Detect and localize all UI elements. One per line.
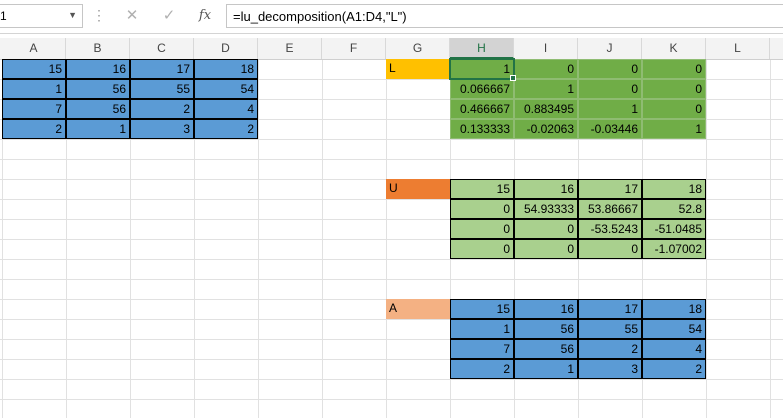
column-header-f[interactable]: F <box>322 38 386 59</box>
input-matrix-cell[interactable]: 15 <box>2 59 66 79</box>
a-matrix-cell[interactable]: 7 <box>450 339 514 359</box>
column-header-l[interactable]: L <box>706 38 770 59</box>
label-a[interactable]: A <box>386 299 450 319</box>
label-l[interactable]: L <box>386 59 450 79</box>
name-box[interactable]: 1 ▼ <box>0 4 83 28</box>
u-matrix-cell[interactable]: 0 <box>514 239 578 259</box>
l-matrix-cell[interactable]: 0 <box>514 59 578 79</box>
input-matrix-cell[interactable]: 18 <box>194 59 258 79</box>
input-matrix-cell[interactable]: 16 <box>66 59 130 79</box>
input-matrix-cell[interactable]: 2 <box>130 99 194 119</box>
l-matrix-cell[interactable]: 0.133333 <box>450 119 514 139</box>
column-header-k[interactable]: K <box>642 38 706 59</box>
insert-function-icon[interactable]: fx <box>194 6 216 26</box>
worksheet-grid[interactable]: 15 16 17 18 1 56 55 54 7 56 2 4 2 1 3 2 L 1 0 0 0 0.066667 1 0 0… <box>0 58 783 418</box>
l-matrix-cell[interactable]: 0.883495 <box>514 99 578 119</box>
u-matrix-cell[interactable]: -53.5243 <box>578 219 642 239</box>
formula-input[interactable]: =lu_decomposition(A1:D4,"L") <box>226 4 783 28</box>
u-matrix-cell[interactable]: 53.86667 <box>578 199 642 219</box>
column-header-d[interactable]: D <box>194 38 258 59</box>
input-matrix-cell[interactable]: 7 <box>2 99 66 119</box>
a-matrix-cell[interactable]: 4 <box>642 339 706 359</box>
u-matrix-cell[interactable]: 54.93333 <box>514 199 578 219</box>
input-matrix-cell[interactable]: 2 <box>194 119 258 139</box>
a-matrix-cell[interactable]: 17 <box>578 299 642 319</box>
a-matrix-cell[interactable]: 15 <box>450 299 514 319</box>
column-headers: ABCDEFGHIJKL <box>0 38 783 60</box>
a-matrix-cell[interactable]: 56 <box>514 319 578 339</box>
l-matrix-cell[interactable]: 0 <box>642 99 706 119</box>
u-matrix-cell[interactable]: 0 <box>450 239 514 259</box>
a-matrix-cell[interactable]: 1 <box>450 319 514 339</box>
column-header-i[interactable]: I <box>514 38 578 59</box>
input-matrix-cell[interactable]: 2 <box>2 119 66 139</box>
input-matrix-cell[interactable]: 55 <box>130 79 194 99</box>
a-matrix-cell[interactable]: 2 <box>642 359 706 379</box>
a-matrix-cell[interactable]: 1 <box>514 359 578 379</box>
l-matrix-cell[interactable]: 1 <box>514 79 578 99</box>
fill-handle[interactable] <box>510 75 516 81</box>
l-matrix-cell[interactable]: 0 <box>578 59 642 79</box>
input-matrix-cell[interactable]: 56 <box>66 79 130 99</box>
u-matrix-cell[interactable]: 0 <box>514 219 578 239</box>
label-u[interactable]: U <box>386 179 450 199</box>
column-header-h[interactable]: H <box>450 38 514 59</box>
l-matrix-cell[interactable]: -0.02063 <box>514 119 578 139</box>
input-matrix-cell[interactable]: 56 <box>66 99 130 119</box>
column-header-g[interactable]: G <box>386 38 450 59</box>
l-matrix-cell[interactable]: 0 <box>642 79 706 99</box>
a-matrix-cell[interactable]: 56 <box>514 339 578 359</box>
l-matrix-cell[interactable]: 1 <box>578 99 642 119</box>
a-matrix-cell[interactable]: 2 <box>578 339 642 359</box>
input-matrix-cell[interactable]: 1 <box>2 79 66 99</box>
l-matrix-cell[interactable]: 1 <box>642 119 706 139</box>
a-matrix-cell[interactable]: 55 <box>578 319 642 339</box>
more-options-icon: ⋮ <box>92 7 106 23</box>
u-matrix-cell[interactable]: 16 <box>514 179 578 199</box>
u-matrix-cell[interactable]: 0 <box>450 199 514 219</box>
input-matrix-cell[interactable]: 4 <box>194 99 258 119</box>
u-matrix-cell[interactable]: -1.07002 <box>642 239 706 259</box>
column-header-e[interactable]: E <box>258 38 322 59</box>
l-matrix-cell[interactable]: 0 <box>642 59 706 79</box>
l-matrix-cell[interactable]: 0.066667 <box>450 79 514 99</box>
formula-text: =lu_decomposition(A1:D4,"L") <box>233 9 407 24</box>
column-header-b[interactable]: B <box>66 38 130 59</box>
a-matrix-cell[interactable]: 2 <box>450 359 514 379</box>
u-matrix-cell[interactable]: 0 <box>450 219 514 239</box>
name-box-value: 1 <box>0 9 7 23</box>
column-header-j[interactable]: J <box>578 38 642 59</box>
chevron-down-icon[interactable]: ▼ <box>68 10 77 20</box>
u-matrix-cell[interactable]: 0 <box>578 239 642 259</box>
u-matrix-cell[interactable]: 15 <box>450 179 514 199</box>
input-matrix-cell[interactable]: 3 <box>130 119 194 139</box>
column-header-c[interactable]: C <box>130 38 194 59</box>
enter-icon[interactable]: ✓ <box>158 6 180 26</box>
l-matrix-cell[interactable]: 1 <box>450 59 514 79</box>
column-header-a[interactable]: A <box>2 38 66 59</box>
u-matrix-cell[interactable]: 52.8 <box>642 199 706 219</box>
l-matrix-cell[interactable]: 0 <box>578 79 642 99</box>
a-matrix-cell[interactable]: 3 <box>578 359 642 379</box>
input-matrix-cell[interactable]: 1 <box>66 119 130 139</box>
l-matrix-cell[interactable]: 0.466667 <box>450 99 514 119</box>
formula-bar: 1 ▼ ⋮ ✕ ✓ fx =lu_decomposition(A1:D4,"L"… <box>0 0 783 34</box>
input-matrix-cell[interactable]: 54 <box>194 79 258 99</box>
cancel-icon[interactable]: ✕ <box>121 6 143 26</box>
u-matrix-cell[interactable]: 18 <box>642 179 706 199</box>
input-matrix-cell[interactable]: 17 <box>130 59 194 79</box>
u-matrix-cell[interactable]: -51.0485 <box>642 219 706 239</box>
u-matrix-cell[interactable]: 17 <box>578 179 642 199</box>
a-matrix-cell[interactable]: 54 <box>642 319 706 339</box>
l-matrix-cell[interactable]: -0.03446 <box>578 119 642 139</box>
a-matrix-cell[interactable]: 16 <box>514 299 578 319</box>
a-matrix-cell[interactable]: 18 <box>642 299 706 319</box>
